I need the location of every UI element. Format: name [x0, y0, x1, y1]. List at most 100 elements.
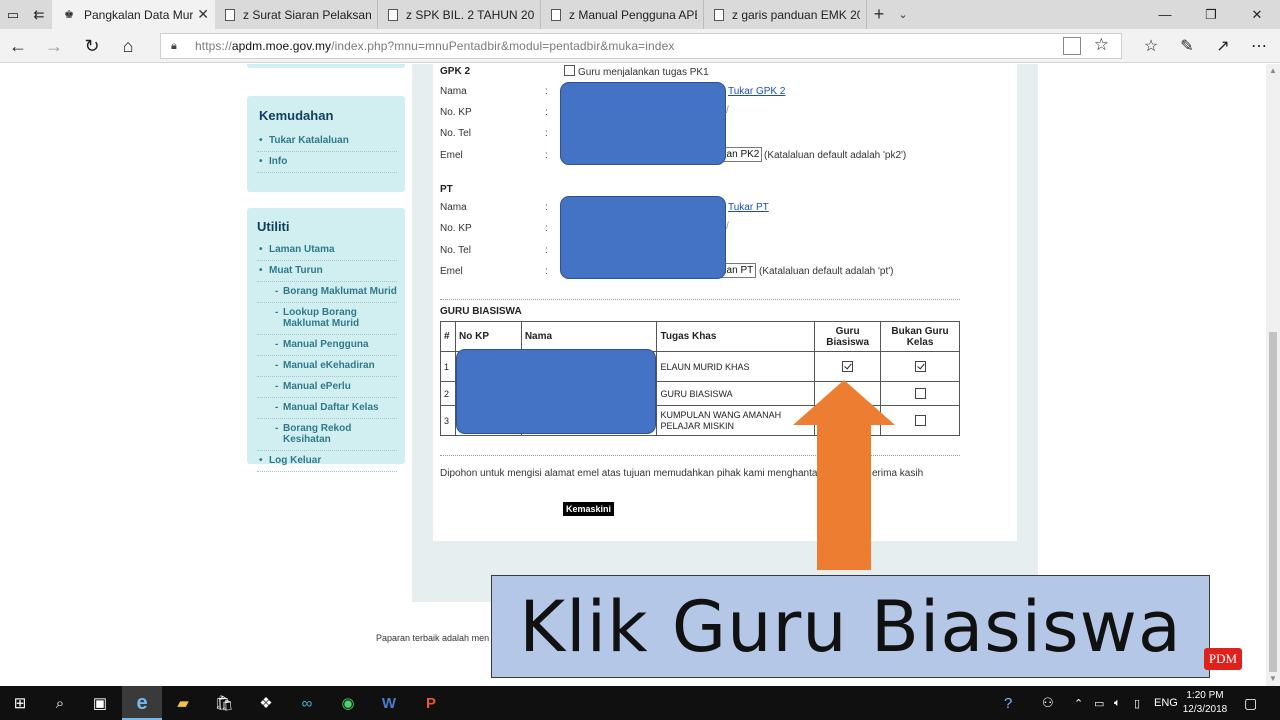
table-header-row: # No KP Nama Tugas Khas Guru Biasiswa Bu…: [440, 321, 960, 352]
sidebar-item-laman-utama[interactable]: • Laman Utama: [257, 240, 397, 261]
redaction-overlay: [456, 349, 656, 434]
sidebar-item-muat-turun[interactable]: • Muat Turun: [257, 261, 397, 282]
document-icon: [714, 8, 724, 21]
file-explorer-icon[interactable]: ▰: [163, 686, 203, 720]
colon: :: [545, 150, 548, 161]
people-icon[interactable]: ⚇: [1042, 686, 1054, 720]
input-language[interactable]: ENG: [1154, 686, 1178, 720]
word-icon[interactable]: W: [369, 686, 409, 720]
sidebar-item-tukar-katalaluan[interactable]: • Tukar Katalaluan: [257, 131, 397, 152]
help-icon[interactable]: ?: [1004, 686, 1012, 720]
tab-pangkalan-data-murid[interactable]: ♚ Pangkalan Data Murid ✕: [52, 0, 215, 29]
edge-browser-icon[interactable]: e: [122, 686, 162, 720]
home-icon[interactable]: ⌂: [114, 33, 142, 59]
colon: :: [545, 266, 548, 277]
new-tab-icon[interactable]: +: [867, 0, 891, 29]
guru-biasiswa-checkbox[interactable]: [842, 361, 854, 373]
colon: :: [545, 223, 548, 234]
minimize-icon[interactable]: —: [1142, 0, 1188, 29]
scroll-up-icon[interactable]: ▲: [1269, 66, 1277, 75]
document-icon: [388, 8, 398, 21]
favorite-star-icon[interactable]: ☆: [1094, 35, 1109, 55]
pt-label-notel: No. Tel: [440, 245, 471, 256]
sidebar-item-borang-rekod-kesihatan[interactable]: - Borang Rekod Kesihatan: [257, 419, 397, 451]
gpk2-label-notel: No. Tel: [440, 128, 471, 139]
battery-icon[interactable]: ▯: [1134, 686, 1140, 720]
sidebar-item-borang-maklumat-murid[interactable]: - Borang Maklumat Murid: [257, 282, 397, 303]
close-tab-icon[interactable]: ✕: [197, 6, 209, 23]
clock-time: 1:20 PM: [1186, 690, 1224, 701]
arduino-icon[interactable]: ∞: [287, 686, 327, 720]
sidebar-item-manual-daftar-kelas[interactable]: - Manual Daftar Kelas: [257, 398, 397, 419]
sidebar-item-info[interactable]: • Info: [257, 152, 397, 173]
pt-password-note: (Katalaluan default adalah 'pt'): [759, 266, 894, 277]
show-hidden-icons-chevron-icon[interactable]: ⌃: [1074, 686, 1083, 720]
sidebar-utiliti: Utiliti • Laman Utama • Muat Turun - Borang…: [247, 208, 405, 472]
gpk2-heading: GPK 2: [440, 66, 471, 77]
document-icon: [225, 8, 235, 21]
sidebar-item-manual-eperlu[interactable]: - Manual ePerlu: [257, 377, 397, 398]
scrollbar-thumb[interactable]: [1269, 332, 1277, 672]
close-window-icon[interactable]: ✕: [1234, 0, 1280, 29]
sidebar-item-log-keluar[interactable]: • Log Keluar: [257, 451, 397, 472]
tab-list-chevron-icon[interactable]: ⌄: [891, 0, 915, 29]
reading-view-icon[interactable]: [1063, 37, 1081, 55]
sidebar-item-manual-pengguna[interactable]: - Manual Pengguna: [257, 335, 397, 356]
tab-actions-icon[interactable]: ▭: [0, 0, 26, 29]
footer-text: Paparan terbaik adalah men: [376, 633, 490, 643]
kemaskini-button[interactable]: Kemaskini: [563, 502, 615, 516]
favorites-hub-icon[interactable]: ☆: [1136, 33, 1166, 59]
system-clock[interactable]: 1:20 PM 12/3/2018: [1180, 689, 1230, 717]
tab-manual-pengguna-apb[interactable]: z Manual Pengguna APB EM: [541, 0, 704, 29]
tab-spk-bil2[interactable]: z SPK BIL. 2 TAHUN 2018 (E: [378, 0, 541, 29]
web-note-icon[interactable]: ✎: [1172, 33, 1202, 59]
windows-taskbar: ⊞ ⌕ ▣ e ▰ 🛍︎ ❖ ∞ ◉ W P ? ⚇ ⌃ ▭ 🔈︎ ▯ ENG …: [0, 686, 1280, 720]
green-app-icon[interactable]: ◉: [328, 686, 368, 720]
back-icon[interactable]: ←: [4, 33, 32, 59]
tukar-gpk2-link[interactable]: Tukar GPK 2: [728, 86, 785, 97]
section-divider: [440, 299, 960, 300]
address-bar[interactable]: 🔒︎ https://apdm.moe.gov.my/index.php?mnu…: [160, 33, 1122, 59]
row-number: 1: [440, 351, 456, 382]
pt-label-emel: Emel: [440, 266, 463, 277]
search-icon[interactable]: ⌕: [40, 686, 80, 720]
tab-garis-panduan-emk[interactable]: z garis panduan EMK 2018.p: [704, 0, 867, 29]
sidebar-item-lookup-borang[interactable]: - Lookup Borang Maklumat Murid: [257, 303, 397, 335]
restore-icon[interactable]: ❐: [1188, 0, 1234, 29]
pt-label-nokp: No. KP: [440, 223, 472, 234]
refresh-icon[interactable]: ↻: [78, 33, 106, 59]
moe-favicon-icon: ♚: [64, 9, 74, 21]
set-aside-tabs-icon[interactable]: ⇇: [26, 0, 52, 29]
col-header-nama: Nama: [520, 321, 658, 352]
redaction-overlay: [560, 82, 726, 165]
network-icon[interactable]: ▭: [1094, 686, 1104, 720]
slash-fragment: /: [726, 105, 729, 116]
dropbox-icon[interactable]: ❖: [246, 686, 286, 720]
powerpoint-icon[interactable]: P: [411, 686, 451, 720]
share-icon[interactable]: ↗: [1208, 33, 1238, 59]
windows-start-icon[interactable]: ⊞: [0, 686, 40, 720]
orange-arrow-shape: [793, 380, 895, 570]
tukar-pt-link[interactable]: Tukar PT: [728, 202, 769, 213]
bukan-guru-kelas-checkbox[interactable]: [914, 361, 926, 373]
bukan-guru-kelas-checkbox[interactable]: [914, 388, 926, 400]
pk1-checkbox[interactable]: [564, 65, 575, 76]
forward-icon[interactable]: →: [40, 33, 68, 59]
volume-icon[interactable]: 🔈︎: [1114, 686, 1121, 720]
vertical-scrollbar[interactable]: ▲ ▼: [1266, 64, 1280, 686]
gpk2-label-emel: Emel: [440, 150, 463, 161]
pt-label-nama: Nama: [440, 202, 467, 213]
more-menu-icon[interactable]: ⋯: [1244, 33, 1274, 59]
action-center-icon[interactable]: ▢: [1244, 686, 1257, 720]
tab-surat-siaran[interactable]: z Surat Siaran Pelaksanaan I: [215, 0, 378, 29]
row-tugas-khas: ELAUN MURID KHAS: [656, 351, 816, 382]
col-header-bukan-guru-kelas: Bukan Guru Kelas: [880, 321, 960, 352]
store-icon[interactable]: 🛍︎: [204, 686, 244, 720]
colon: :: [545, 128, 548, 139]
clock-date: 12/3/2018: [1182, 704, 1228, 715]
sidebar-item-manual-ekehadiran[interactable]: - Manual eKehadiran: [257, 356, 397, 377]
lock-icon: 🔒︎: [171, 39, 177, 52]
bukan-guru-kelas-checkbox[interactable]: [914, 415, 926, 427]
task-view-icon[interactable]: ▣: [80, 686, 120, 720]
scroll-down-icon[interactable]: ▼: [1269, 674, 1277, 683]
